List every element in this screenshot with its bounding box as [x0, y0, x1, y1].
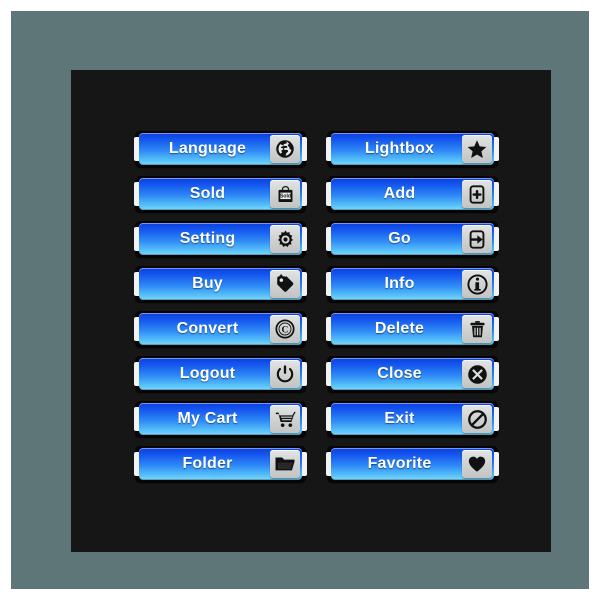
button-face[interactable]: Close [331, 358, 494, 390]
button-icon-box [270, 450, 300, 478]
button-face[interactable]: Convert C [139, 313, 302, 345]
button-face[interactable]: Lightbox [331, 133, 494, 165]
button-icon-box [462, 450, 492, 478]
button-label: My Cart [177, 410, 238, 427]
button-icon-box: C [270, 315, 300, 343]
button-icon-box [270, 135, 300, 163]
button-label: Sold [189, 185, 226, 202]
button-icon-box [462, 360, 492, 388]
button-label: Info [384, 275, 415, 292]
button-icon-box [270, 270, 300, 298]
button-label: Delete [374, 320, 425, 337]
trash-icon [468, 319, 487, 340]
left-column: Language Sold Sold Setting Buy Convert C Logo… [134, 131, 307, 491]
button-face[interactable]: Folder [139, 448, 302, 480]
button-info[interactable]: Info [326, 266, 499, 302]
shopping-cart-icon [274, 409, 296, 429]
button-label: Close [377, 365, 422, 382]
button-label: Convert [176, 320, 239, 337]
button-go[interactable]: Go [326, 221, 499, 257]
price-tag-icon [275, 274, 295, 294]
button-face[interactable]: Logout [139, 358, 302, 390]
right-column: Lightbox Add Go Info Delete Close Exit Favorite [326, 131, 499, 491]
button-buy[interactable]: Buy [134, 266, 307, 302]
button-face[interactable]: Buy [139, 268, 302, 300]
button-folder[interactable]: Folder [134, 446, 307, 482]
gear-icon [275, 229, 296, 250]
button-label: Language [168, 140, 247, 157]
folder-icon [274, 454, 296, 474]
button-icon-box [462, 180, 492, 208]
button-lightbox[interactable]: Lightbox [326, 131, 499, 167]
button-face[interactable]: Delete [331, 313, 494, 345]
button-label: Favorite [367, 455, 432, 472]
button-label: Logout [179, 365, 236, 382]
screenshot-root: Language Sold Sold Setting Buy Convert C Logo… [0, 0, 600, 600]
button-icon-box [270, 225, 300, 253]
button-setting[interactable]: Setting [134, 221, 307, 257]
button-add[interactable]: Add [326, 176, 499, 212]
copyright-icon: C [275, 319, 295, 339]
button-icon-box [270, 360, 300, 388]
button-face[interactable]: Go [331, 223, 494, 255]
svg-text:Sold: Sold [280, 193, 291, 199]
arrow-door-icon [467, 229, 487, 250]
button-close[interactable]: Close [326, 356, 499, 392]
button-face[interactable]: Language [139, 133, 302, 165]
button-favorite[interactable]: Favorite [326, 446, 499, 482]
button-face[interactable]: Favorite [331, 448, 494, 480]
button-icon-box [462, 225, 492, 253]
info-circle-icon [466, 273, 488, 295]
heart-icon [466, 454, 488, 474]
globe-icon [275, 139, 295, 159]
button-icon-box [462, 315, 492, 343]
button-icon-box [462, 135, 492, 163]
button-icon-box [270, 405, 300, 433]
button-my-cart[interactable]: My Cart [134, 401, 307, 437]
no-entry-icon [467, 409, 488, 430]
add-door-icon [467, 184, 487, 205]
star-icon [466, 139, 488, 160]
outer-frame: Language Sold Sold Setting Buy Convert C Logo… [11, 11, 589, 589]
button-label: Buy [192, 275, 223, 292]
button-label: Exit [384, 410, 415, 427]
button-label: Lightbox [364, 140, 435, 157]
button-delete[interactable]: Delete [326, 311, 499, 347]
button-icon-box: Sold [270, 180, 300, 208]
svg-text:C: C [282, 325, 289, 336]
button-sold[interactable]: Sold Sold [134, 176, 307, 212]
button-convert[interactable]: Convert C [134, 311, 307, 347]
button-face[interactable]: Setting [139, 223, 302, 255]
button-panel: Language Sold Sold Setting Buy Convert C Logo… [71, 70, 551, 552]
button-face[interactable]: Exit [331, 403, 494, 435]
button-language[interactable]: Language [134, 131, 307, 167]
button-label: Add [383, 185, 416, 202]
button-exit[interactable]: Exit [326, 401, 499, 437]
close-circle-icon [467, 364, 488, 385]
button-face[interactable]: My Cart [139, 403, 302, 435]
button-face[interactable]: Add [331, 178, 494, 210]
button-logout[interactable]: Logout [134, 356, 307, 392]
power-icon [275, 364, 295, 384]
button-label: Setting [179, 230, 236, 247]
sold-bag-icon: Sold [276, 185, 295, 204]
button-face[interactable]: Sold Sold [139, 178, 302, 210]
button-icon-box [462, 270, 492, 298]
button-icon-box [462, 405, 492, 433]
button-label: Go [388, 230, 411, 247]
button-face[interactable]: Info [331, 268, 494, 300]
button-grid: Language Sold Sold Setting Buy Convert C Logo… [71, 70, 551, 552]
button-label: Folder [182, 455, 233, 472]
